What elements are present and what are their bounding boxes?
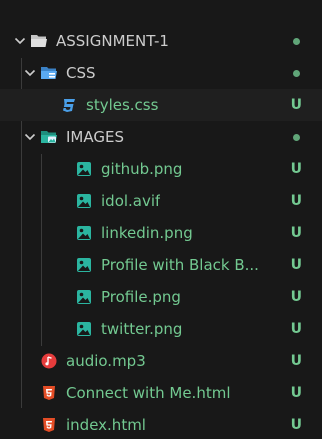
file-idol-avif[interactable]: idol.avif U: [0, 185, 322, 217]
file-label: audio.mp3: [66, 352, 146, 370]
file-label: styles.css: [86, 96, 159, 114]
images-folder-icon: [40, 128, 58, 146]
chevron-down-icon: [20, 121, 40, 153]
file-connect-with-me-html[interactable]: Connect with Me.html U: [0, 377, 322, 409]
untracked-badge: U: [290, 225, 302, 241]
audio-file-icon: [40, 352, 58, 370]
image-file-icon: [75, 160, 93, 178]
folder-label: IMAGES: [66, 128, 124, 146]
image-file-icon: [75, 288, 93, 306]
untracked-badge: U: [290, 193, 302, 209]
file-github-png[interactable]: github.png U: [0, 153, 322, 185]
untracked-badge: U: [290, 161, 302, 177]
untracked-badge: U: [290, 353, 302, 369]
folder-images[interactable]: IMAGES: [0, 121, 322, 153]
untracked-badge: U: [290, 97, 302, 113]
image-file-icon: [75, 256, 93, 274]
file-label: Connect with Me.html: [66, 384, 231, 402]
html-file-icon: [40, 416, 58, 434]
chevron-down-icon: [10, 25, 30, 57]
file-label: idol.avif: [101, 192, 161, 210]
untracked-badge: U: [290, 417, 302, 433]
chevron-down-icon: [20, 57, 40, 89]
folder-open-icon: [30, 32, 48, 50]
modified-dot: [293, 134, 300, 141]
modified-dot: [293, 38, 300, 45]
file-label: linkedin.png: [101, 224, 193, 242]
html-file-icon: [40, 384, 58, 402]
css-folder-icon: [40, 64, 58, 82]
file-label: Profile.png: [101, 288, 181, 306]
untracked-badge: U: [290, 289, 302, 305]
image-file-icon: [75, 224, 93, 242]
file-profile-with-black-background[interactable]: Profile with Black B... U: [0, 249, 322, 281]
file-label: index.html: [66, 416, 146, 434]
file-explorer: ASSIGNMENT-1 CSS styles.css U IMAGES git…: [0, 0, 322, 439]
file-styles-css[interactable]: styles.css U: [0, 89, 322, 121]
css-file-icon: [60, 96, 78, 114]
file-label: github.png: [101, 160, 183, 178]
file-profile-png[interactable]: Profile.png U: [0, 281, 322, 313]
file-index-html[interactable]: index.html U: [0, 409, 322, 439]
file-label: Profile with Black B...: [101, 256, 259, 274]
modified-dot: [293, 70, 300, 77]
image-file-icon: [75, 320, 93, 338]
folder-label: CSS: [66, 64, 96, 82]
file-label: twitter.png: [101, 320, 183, 338]
folder-assignment-1[interactable]: ASSIGNMENT-1: [0, 25, 322, 57]
untracked-badge: U: [290, 385, 302, 401]
untracked-badge: U: [290, 257, 302, 273]
folder-css[interactable]: CSS: [0, 57, 322, 89]
file-audio-mp3[interactable]: audio.mp3 U: [0, 345, 322, 377]
file-twitter-png[interactable]: twitter.png U: [0, 313, 322, 345]
folder-label: ASSIGNMENT-1: [56, 32, 169, 50]
untracked-badge: U: [290, 321, 302, 337]
file-linkedin-png[interactable]: linkedin.png U: [0, 217, 322, 249]
image-file-icon: [75, 192, 93, 210]
